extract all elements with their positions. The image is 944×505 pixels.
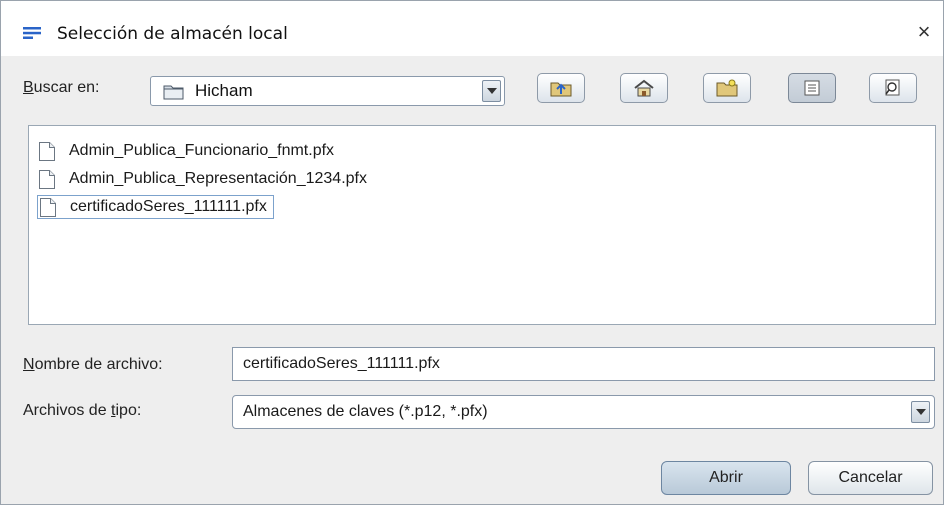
file-name: certificadoSeres_111111.pfx: [70, 198, 267, 215]
window-title: Selección de almacén local: [57, 24, 288, 44]
chevron-down-icon: [486, 88, 497, 94]
close-icon: ×: [917, 19, 931, 44]
title-bar: Selección de almacén local ×: [1, 1, 943, 56]
look-in-combo[interactable]: Hicham: [150, 76, 505, 106]
file-chooser-dialog: Selección de almacén local × Buscar en: …: [0, 0, 944, 505]
filetype-combo[interactable]: Almacenes de claves (*.p12, *.pfx): [232, 395, 935, 429]
file-icon: [39, 141, 55, 161]
filetype-label: Archivos de tipo:: [23, 402, 142, 419]
new-folder-button[interactable]: [703, 73, 751, 103]
new-folder-icon: [716, 79, 738, 97]
home-icon: [634, 79, 654, 97]
file-name: Admin_Publica_Funcionario_fnmt.pfx: [69, 142, 335, 159]
folder-icon: [163, 85, 184, 100]
home-button[interactable]: [620, 73, 668, 103]
list-view-icon: [804, 80, 820, 96]
look-in-dropdown-button[interactable]: [482, 80, 501, 102]
filename-label: Nombre de archivo:: [23, 356, 163, 373]
look-in-label: Buscar en:: [23, 79, 100, 96]
file-name: Admin_Publica_Representación_1234.pfx: [69, 170, 367, 187]
file-item[interactable]: Admin_Publica_Funcionario_fnmt.pfx: [37, 139, 340, 163]
app-menu-icon[interactable]: [23, 27, 41, 39]
open-button[interactable]: Abrir: [661, 461, 791, 495]
list-view-button[interactable]: [788, 73, 836, 103]
file-icon: [39, 169, 55, 189]
filetype-dropdown-button[interactable]: [911, 401, 930, 423]
details-view-button[interactable]: [869, 73, 917, 103]
look-in-value: Hicham: [195, 81, 253, 100]
file-list[interactable]: Admin_Publica_Funcionario_fnmt.pfx Admin…: [28, 125, 936, 325]
file-icon: [40, 197, 56, 217]
details-view-icon: [885, 79, 900, 96]
filetype-value: Almacenes de claves (*.p12, *.pfx): [243, 403, 488, 420]
chevron-down-icon: [915, 409, 926, 415]
file-item[interactable]: Admin_Publica_Representación_1234.pfx: [37, 167, 373, 191]
file-item-selected[interactable]: certificadoSeres_111111.pfx: [37, 195, 274, 219]
up-one-level-icon: [550, 82, 572, 97]
close-button[interactable]: ×: [909, 17, 939, 47]
cancel-button[interactable]: Cancelar: [808, 461, 933, 495]
filename-input[interactable]: certificadoSeres_111111.pfx: [232, 347, 935, 381]
up-one-level-button[interactable]: [537, 73, 585, 103]
